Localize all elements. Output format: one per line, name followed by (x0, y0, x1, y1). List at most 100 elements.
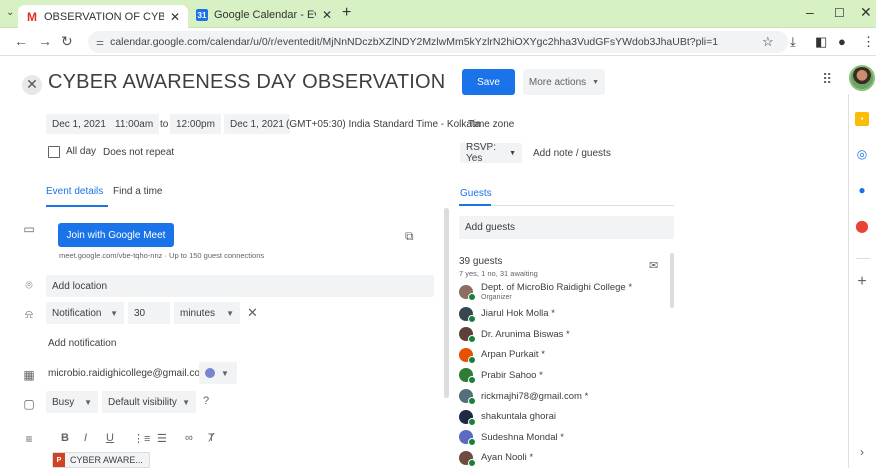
maximize-button[interactable]: ☐ (834, 6, 845, 20)
end-date-field[interactable]: Dec 1, 2021 (224, 114, 290, 134)
guest-list-item[interactable]: shakuntala ghorai (459, 409, 556, 426)
new-tab-button[interactable]: + (342, 5, 351, 21)
tab-label: Google Calendar - Event details (214, 9, 316, 21)
add-note-guests-link[interactable]: Add note / guests (533, 143, 611, 163)
link-icon[interactable]: ∞ (185, 432, 193, 444)
profile-icon[interactable]: ● (838, 34, 846, 49)
maps-icon[interactable]: ⬤ (855, 219, 869, 233)
join-google-meet-button[interactable]: Join with Google Meet (58, 223, 174, 247)
all-day-checkbox[interactable] (48, 146, 60, 158)
guests-tab-indicator (459, 204, 491, 206)
attachment-chip[interactable]: P CYBER AWARE... (52, 452, 150, 468)
guest-list-item[interactable]: Dr. Arunima Biswas * (459, 327, 570, 344)
guest-name: Ayan Nooli * (481, 452, 534, 464)
timezone-link[interactable]: Time zone (468, 114, 514, 134)
numbered-list-icon[interactable]: ⋮≡ (133, 432, 150, 445)
guest-avatar (459, 368, 476, 385)
guest-name: Dept. of MicroBio Raidighi College * (481, 282, 633, 293)
close-icon[interactable]: ✕ (322, 8, 332, 22)
remove-notification-icon[interactable]: ✕ (247, 305, 258, 321)
guest-list-item[interactable]: rickmajhi78@gmail.com * (459, 389, 588, 405)
guest-list-item[interactable]: Ayan Nooli * (459, 450, 534, 467)
side-panel-icon[interactable]: ◧ (815, 34, 827, 50)
side-divider (856, 258, 870, 259)
briefcase-icon: ▢ (23, 397, 35, 411)
chevron-down-icon: ▼ (509, 149, 516, 157)
details-scrollbar[interactable] (444, 208, 449, 398)
visibility-select[interactable]: Default visibility ▼ (102, 391, 196, 413)
add-notification-link[interactable]: Add notification (48, 338, 116, 349)
save-button[interactable]: Save (462, 69, 515, 95)
tab-calendar[interactable]: 31 Google Calendar - Event details ✕ (190, 4, 338, 26)
reload-icon[interactable]: ↻ (61, 33, 73, 50)
notification-type-select[interactable]: Notification ▼ (46, 302, 124, 324)
window-close-button[interactable]: ✕ (860, 4, 872, 21)
start-time-field[interactable]: 11:00am (109, 114, 160, 134)
help-icon[interactable]: ? (203, 395, 209, 407)
more-actions-button[interactable]: More actions ▼ (523, 69, 605, 95)
guests-scrollbar[interactable] (670, 253, 674, 308)
timezone-field[interactable]: (GMT+05:30) India Standard Time - Kolkat… (286, 114, 480, 134)
rsvp-dropdown[interactable]: RSVP: Yes ▼ (460, 142, 522, 164)
tab-find-a-time[interactable]: Find a time (113, 186, 162, 197)
guest-avatar (459, 389, 476, 405)
notification-value-input[interactable]: 30 (128, 302, 170, 324)
add-addon-icon[interactable]: + (855, 274, 869, 290)
availability-label: Busy (52, 396, 75, 408)
chevron-right-icon[interactable]: › (855, 445, 869, 459)
guest-avatar (459, 430, 476, 447)
event-color-select[interactable]: ▼ (199, 362, 237, 384)
guest-list-item[interactable]: Jiarul Hok Molla * (459, 306, 555, 323)
guest-list-item[interactable]: Arpan Purkait * (459, 347, 545, 364)
tab-search-icon[interactable]: ⌄ (6, 7, 14, 18)
location-pin-icon: ⌾ (25, 278, 33, 292)
guest-list-item[interactable]: Sudeshna Mondal * (459, 430, 564, 447)
email-guests-icon[interactable]: ✉ (649, 259, 658, 272)
guest-info: rickmajhi78@gmail.com * (481, 391, 588, 402)
guest-avatar (459, 306, 476, 323)
bookmark-star-icon[interactable]: ☆ (762, 34, 774, 50)
italic-icon[interactable]: I (84, 432, 87, 444)
keep-icon[interactable]: ▪ (855, 112, 869, 126)
guest-name: Prabir Sahoo * (481, 369, 543, 381)
guest-info: Jiarul Hok Molla * (481, 308, 555, 319)
tab-gmail[interactable]: M OBSERVATION OF CYBER AWA ✕ (18, 5, 188, 28)
event-title-input[interactable]: CYBER AWARENESS DAY OBSERVATION (48, 71, 445, 94)
calendar-owner[interactable]: microbio.raidighicollege@gmail.com (48, 368, 208, 379)
minimize-button[interactable]: – (806, 4, 814, 20)
guest-avatar (459, 284, 476, 301)
color-swatch (205, 368, 215, 378)
add-guests-input[interactable]: Add guests (459, 216, 674, 239)
availability-select[interactable]: Busy ▼ (46, 391, 98, 413)
back-icon[interactable]: ← (14, 33, 28, 49)
close-event-button[interactable]: ✕ (22, 75, 42, 95)
location-input[interactable]: Add location (46, 275, 434, 297)
notification-unit-select[interactable]: minutes ▼ (174, 302, 240, 324)
meet-link-text[interactable]: meet.google.com/vbe-tqho-nnz · Up to 150… (59, 251, 264, 260)
tasks-icon[interactable]: ◎ (855, 147, 869, 161)
bold-icon[interactable]: B (61, 432, 69, 444)
browser-menu-icon[interactable]: ⋮ (862, 34, 875, 50)
bell-icon: ⍾ (25, 307, 33, 321)
underline-icon[interactable]: U (106, 432, 114, 444)
contacts-icon[interactable]: ● (855, 183, 869, 197)
repeat-dropdown[interactable]: Does not repeat (103, 142, 174, 162)
guest-list-item[interactable]: Dept. of MicroBio Raidighi College * Orga… (459, 282, 632, 301)
start-date-field[interactable]: Dec 1, 2021 (46, 114, 112, 134)
avatar[interactable] (849, 65, 875, 91)
forward-icon[interactable]: → (38, 33, 52, 49)
close-icon[interactable]: ✕ (170, 10, 180, 24)
tab-event-details[interactable]: Event details (46, 186, 103, 197)
clear-formatting-icon[interactable]: Ⱦ (208, 432, 215, 444)
chevron-down-icon: ▼ (226, 308, 234, 318)
copy-icon[interactable]: ⧉ (405, 229, 414, 244)
bulleted-list-icon[interactable]: ☰ (157, 432, 167, 445)
address-bar[interactable]: ⚌ calendar.google.com/calendar/u/0/r/eve… (88, 31, 788, 53)
end-time-field[interactable]: 12:00pm (170, 114, 221, 134)
description-icon: ≡ (25, 432, 33, 446)
site-info-icon[interactable]: ⚌ (96, 37, 104, 48)
google-apps-icon[interactable]: ⠿ (822, 71, 832, 88)
guest-avatar (459, 409, 476, 426)
guest-list-item[interactable]: Prabir Sahoo * (459, 368, 543, 385)
download-icon[interactable]: ⤓ (790, 34, 796, 50)
